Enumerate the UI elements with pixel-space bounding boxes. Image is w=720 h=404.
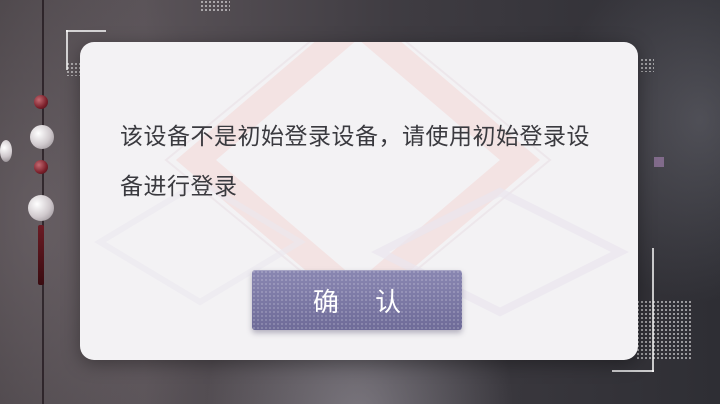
frame-corner-line <box>612 370 654 372</box>
confirm-button[interactable]: 确 认 <box>252 270 462 330</box>
dialog-message: 该设备不是初始登录设备，请使用初始登录设备进行登录 <box>120 124 590 200</box>
decor-square <box>654 157 664 167</box>
red-tassel <box>38 225 44 285</box>
dot-pattern <box>66 62 80 76</box>
dot-pattern <box>636 300 692 360</box>
game-screen: 该设备不是初始登录设备，请使用初始登录设备进行登录 确 认 <box>0 0 720 404</box>
dot-pattern <box>640 58 654 72</box>
red-bead <box>34 95 48 109</box>
frame-corner-line <box>66 30 106 32</box>
pearl-bead <box>30 125 54 149</box>
pearl-bead <box>0 140 12 162</box>
dot-pattern <box>200 0 230 12</box>
red-bead <box>34 160 48 174</box>
pearl-bead <box>28 195 54 221</box>
login-device-dialog: 该设备不是初始登录设备，请使用初始登录设备进行登录 确 认 <box>80 42 638 360</box>
